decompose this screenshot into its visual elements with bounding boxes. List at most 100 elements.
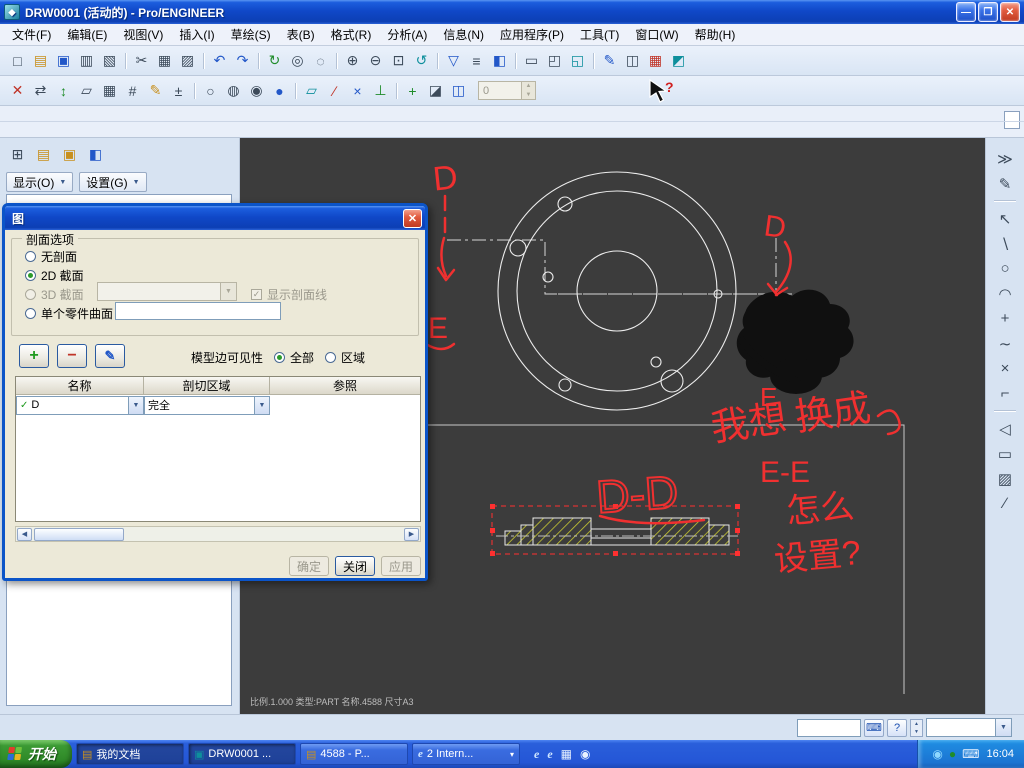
- menu-edit[interactable]: 编辑(E): [59, 24, 115, 45]
- single-surface-input[interactable]: [115, 302, 281, 320]
- view-manager-icon[interactable]: ◧: [488, 50, 511, 72]
- scale-spinner[interactable]: 0 ▲ ▼: [478, 81, 536, 100]
- zoom-in-icon[interactable]: ⊕: [341, 50, 364, 72]
- section-view[interactable]: [496, 517, 738, 546]
- close-button[interactable]: ✕: [1000, 2, 1020, 22]
- restore-button[interactable]: ❒: [978, 2, 998, 22]
- zoom-fit-icon[interactable]: ⊡: [387, 50, 410, 72]
- table-icon[interactable]: ▦: [98, 80, 121, 102]
- menu-format[interactable]: 格式(R): [323, 24, 380, 45]
- circle-tool-icon[interactable]: ○: [992, 256, 1018, 281]
- sketch-icon[interactable]: ✎: [144, 80, 167, 102]
- copy-icon[interactable]: ▦: [153, 50, 176, 72]
- repaint-icon[interactable]: ↺: [410, 50, 433, 72]
- scroll-left-icon[interactable]: ◀: [17, 527, 32, 541]
- arc-tool-icon[interactable]: ◠: [992, 281, 1018, 306]
- status-spinner[interactable]: ▲ ▼: [910, 718, 923, 737]
- spline-tool-icon[interactable]: ∼: [992, 331, 1018, 356]
- datum-axes-icon[interactable]: ∕: [323, 80, 346, 102]
- publish-icon[interactable]: ≫: [992, 146, 1018, 171]
- menu-sketch[interactable]: 草绘(S): [223, 24, 279, 45]
- prompt-cell[interactable]: [1004, 111, 1020, 129]
- menu-table[interactable]: 表(B): [279, 24, 323, 45]
- status-input[interactable]: [797, 718, 861, 737]
- task-my-documents[interactable]: ▤ 我的文档: [76, 743, 184, 765]
- drawing-views-icon[interactable]: ◫: [621, 50, 644, 72]
- search-icon[interactable]: ◎: [286, 50, 309, 72]
- select-arrow-icon[interactable]: ↖: [992, 206, 1018, 231]
- task-4588[interactable]: ▤ 4588 - P...: [300, 743, 408, 765]
- window-icon[interactable]: ▭: [520, 50, 543, 72]
- explorer-icon[interactable]: e: [547, 747, 552, 762]
- layer-tree-icon[interactable]: ◧: [84, 143, 107, 165]
- sketcher-tools-icon[interactable]: ✎: [598, 50, 621, 72]
- radio-row-2d[interactable]: 2D 截面: [25, 267, 84, 284]
- cut-icon[interactable]: ✂: [130, 50, 153, 72]
- undo-icon[interactable]: ↶: [208, 50, 231, 72]
- model-display-icon[interactable]: ◫: [447, 80, 470, 102]
- tolerance-icon[interactable]: ±: [167, 80, 190, 102]
- no-hidden-icon[interactable]: ◉: [245, 80, 268, 102]
- minimize-button[interactable]: —: [956, 2, 976, 22]
- sheet-setup-icon[interactable]: ▱: [75, 80, 98, 102]
- filter-combo[interactable]: ▼: [926, 718, 1012, 737]
- section-name-combo[interactable]: ✓ D ▼: [16, 395, 144, 415]
- table-tools-icon[interactable]: ▦: [644, 50, 667, 72]
- menu-analysis[interactable]: 分析(A): [379, 24, 435, 45]
- column-header-reference[interactable]: 参照: [270, 377, 420, 395]
- display-dropdown-button[interactable]: 显示(O) ▼: [6, 172, 74, 192]
- radio-visibility-all[interactable]: [274, 352, 286, 363]
- messenger-tray-icon[interactable]: ◉: [932, 747, 942, 761]
- radio-row-single[interactable]: 单个零件曲面: [25, 305, 113, 322]
- favorites-icon[interactable]: ▣: [58, 143, 81, 165]
- layer-icon[interactable]: ≡: [465, 50, 488, 72]
- edit-hatch-button[interactable]: ✎: [95, 344, 125, 368]
- zoom-out-icon[interactable]: ⊖: [364, 50, 387, 72]
- spin-center-icon[interactable]: +: [401, 80, 424, 102]
- safety-tray-icon[interactable]: ●: [949, 747, 956, 761]
- axis-line-icon[interactable]: ∕: [992, 491, 1018, 516]
- datum-planes-icon[interactable]: ▱: [300, 80, 323, 102]
- delete-icon[interactable]: ✕: [6, 80, 29, 102]
- corner-tool-icon[interactable]: ⌐: [992, 381, 1018, 406]
- menu-applications[interactable]: 应用程序(P): [492, 24, 572, 45]
- settings-dropdown-button[interactable]: 设置(G) ▼: [79, 172, 147, 192]
- wireframe-icon[interactable]: ○: [199, 80, 222, 102]
- orientation-icon[interactable]: ◪: [424, 80, 447, 102]
- drive-icon[interactable]: ▦: [561, 747, 572, 762]
- spinner-arrows-icon[interactable]: ▲ ▼: [522, 81, 536, 100]
- close-dialog-button[interactable]: 关闭: [335, 556, 375, 576]
- add-section-button[interactable]: +: [19, 344, 49, 368]
- task-drw0001[interactable]: ▣ DRW0001 ...: [188, 743, 296, 765]
- new-window-icon[interactable]: ◰: [543, 50, 566, 72]
- format-tools-icon[interactable]: ◩: [667, 50, 690, 72]
- start-button[interactable]: 开始: [0, 740, 72, 768]
- radio-2d-section[interactable]: [25, 270, 36, 281]
- menu-tools[interactable]: 工具(T): [572, 24, 627, 45]
- open-rep-icon[interactable]: ▤: [32, 143, 55, 165]
- scroll-right-icon[interactable]: ▶: [404, 527, 419, 541]
- radio-single-surface[interactable]: [25, 308, 36, 319]
- shaded-icon[interactable]: ●: [268, 80, 291, 102]
- keyboard-icon[interactable]: ⌨: [864, 718, 884, 737]
- grid-icon[interactable]: #: [121, 80, 144, 102]
- task-internet[interactable]: e 2 Intern... ▾: [412, 743, 520, 765]
- point-tool-icon[interactable]: +: [992, 306, 1018, 331]
- hidden-line-icon[interactable]: ◍: [222, 80, 245, 102]
- table-row[interactable]: ✓ D ▼ 完全 ▼: [16, 395, 420, 415]
- datum-points-icon[interactable]: ×: [346, 80, 369, 102]
- markup-icon[interactable]: ✎: [992, 171, 1018, 196]
- column-header-region[interactable]: 剖切区域: [144, 377, 270, 395]
- media-icon[interactable]: ◉: [580, 747, 590, 762]
- chevron-down-icon[interactable]: ▼: [254, 396, 269, 414]
- ie-icon[interactable]: e: [534, 747, 539, 762]
- paste-icon[interactable]: ▨: [176, 50, 199, 72]
- radio-row-none[interactable]: 无剖面: [25, 248, 77, 265]
- rectangle-tool-icon[interactable]: ▭: [992, 441, 1018, 466]
- print-icon[interactable]: ▥: [75, 50, 98, 72]
- section-region-combo[interactable]: 完全 ▼: [144, 395, 270, 415]
- update-sheets-icon[interactable]: ↕: [52, 80, 75, 102]
- swap-view-icon[interactable]: ⇄: [29, 80, 52, 102]
- help-icon[interactable]: ?: [887, 718, 907, 737]
- saved-views-icon[interactable]: ▽: [442, 50, 465, 72]
